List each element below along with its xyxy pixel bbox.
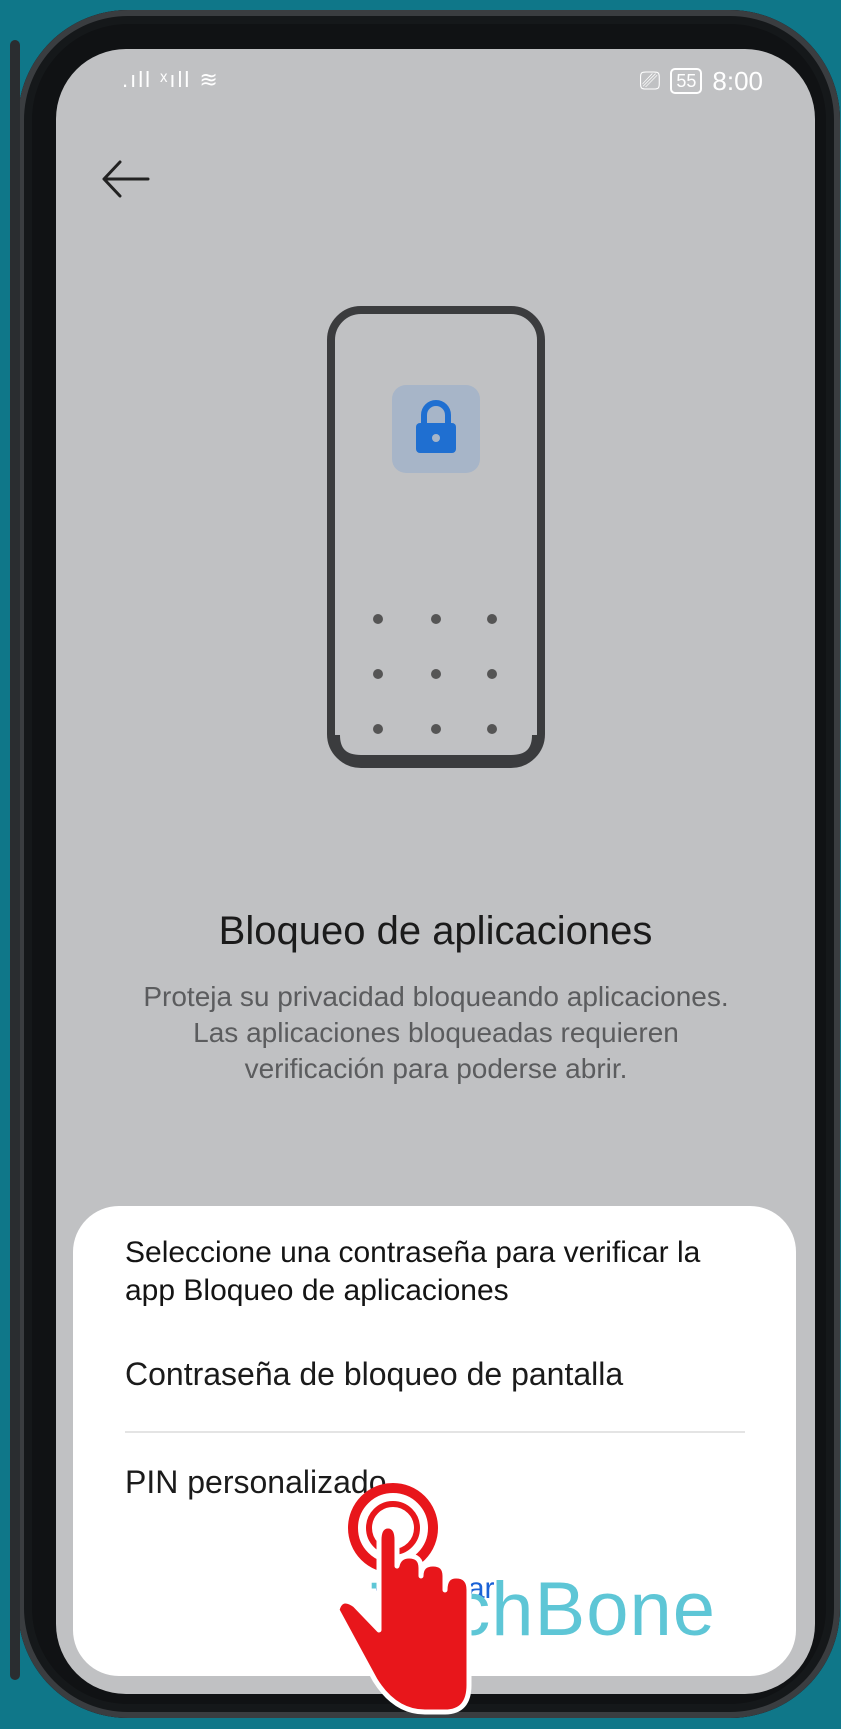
page-description: Proteja su privacidad bloqueando aplicac… — [143, 981, 729, 1084]
lock-icon — [392, 385, 480, 473]
divider — [125, 1431, 745, 1433]
signal-wifi-icons: .ıll ˣıll ≋ — [122, 67, 220, 92]
sheet-title: Seleccione una contraseña para verificar… — [125, 1236, 701, 1307]
status-right: ⎚ 55 8:00 — [640, 65, 763, 97]
phone-lock-illustration — [327, 306, 545, 768]
arrow-left-icon[interactable] — [96, 149, 156, 209]
pattern-dots — [373, 614, 497, 734]
cast-icon: ⎚ — [639, 65, 661, 95]
battery-icon: 55 — [670, 68, 703, 94]
tap-hand-icon — [335, 1483, 472, 1715]
status-bar: .ıll ˣıll ≋ ⎚ 55 8:00 — [56, 49, 815, 129]
page-title: Bloqueo de aplicaciones — [218, 909, 653, 953]
clock: 8:00 — [712, 65, 763, 96]
phone-screen: .ıll ˣıll ≋ ⎚ 55 8:00 Bloqueo de aplicac… — [56, 49, 815, 1694]
option-screen-lock-password[interactable]: Contraseña de bloqueo de pantalla — [125, 1356, 623, 1393]
